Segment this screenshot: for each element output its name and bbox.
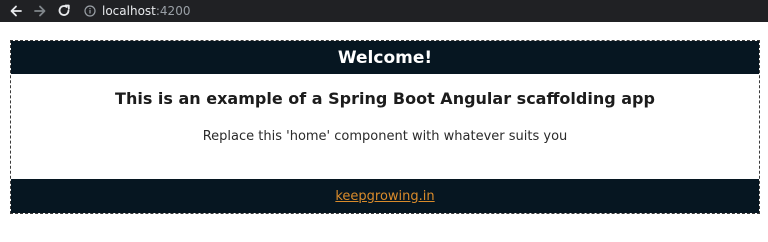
reload-button[interactable] — [54, 1, 74, 21]
url-port: :4200 — [155, 4, 191, 18]
url-host: localhost — [102, 4, 156, 18]
footer-link[interactable]: keepgrowing.in — [335, 189, 434, 204]
info-icon[interactable] — [84, 5, 96, 17]
forward-button[interactable] — [30, 1, 50, 21]
welcome-card: Welcome! This is an example of a Spring … — [10, 40, 760, 214]
browser-toolbar: localhost:4200 — [0, 0, 768, 22]
card-header-title: Welcome! — [337, 47, 433, 68]
forward-arrow-icon — [34, 5, 46, 17]
address-bar[interactable]: localhost:4200 — [84, 4, 190, 18]
reload-icon — [58, 4, 70, 16]
card-title: This is an example of a Spring Boot Angu… — [115, 89, 655, 108]
back-button[interactable] — [6, 1, 26, 21]
card-footer: keepgrowing.in — [11, 179, 759, 213]
card-header: Welcome! — [11, 41, 759, 74]
card-text: Replace this 'home' component with whate… — [202, 129, 568, 144]
back-arrow-icon — [10, 5, 22, 17]
